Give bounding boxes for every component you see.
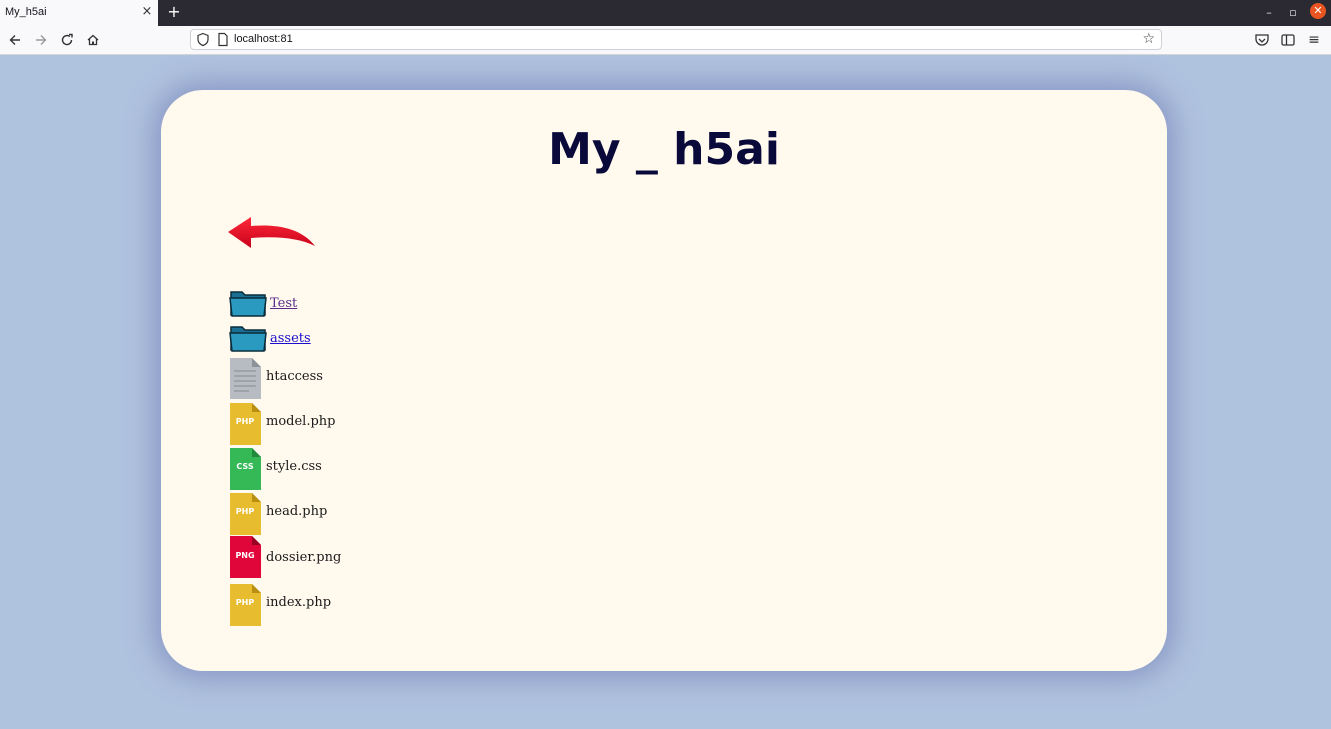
forward-icon: [36, 35, 47, 45]
menu-icon[interactable]: ≡: [1305, 31, 1323, 49]
file-name: head.php: [266, 504, 328, 519]
page-title: My _ h5ai: [548, 124, 780, 175]
folder-icon: [229, 291, 267, 317]
back-arrow-icon[interactable]: [227, 214, 317, 252]
php-file-icon: PHP: [229, 584, 261, 626]
file-name: index.php: [266, 595, 332, 610]
png-file-icon: PNG: [229, 536, 261, 578]
active-tab[interactable]: My_h5ai ×: [0, 0, 158, 26]
file-name: style.css: [266, 459, 322, 474]
tab-title: My_h5ai: [5, 6, 47, 18]
window-maximize-button[interactable]: ▫: [1284, 4, 1302, 22]
home-icon: [87, 34, 99, 46]
tab-bar: My_h5ai × + – ▫ ✕: [0, 0, 1331, 26]
content-card: My _ h5ai Test assets htaccess PHP model…: [161, 90, 1167, 671]
reload-button[interactable]: [58, 31, 76, 49]
shield-icon[interactable]: [196, 32, 210, 47]
php-file-icon: PHP: [229, 493, 261, 535]
window-close-button[interactable]: ✕: [1310, 3, 1326, 19]
tab-close-icon[interactable]: ×: [141, 4, 153, 20]
forward-button[interactable]: [32, 31, 50, 49]
url-text[interactable]: localhost:81: [234, 33, 293, 45]
new-tab-button[interactable]: +: [166, 3, 182, 21]
text-file-icon: [230, 358, 261, 399]
window-minimize-button[interactable]: –: [1260, 4, 1278, 22]
back-icon: [9, 35, 20, 45]
page-info-icon[interactable]: [217, 32, 229, 47]
home-button[interactable]: [84, 31, 102, 49]
php-file-icon: PHP: [229, 403, 261, 445]
reload-icon: [61, 33, 73, 46]
bookmark-star-icon[interactable]: ☆: [1142, 31, 1155, 48]
back-button[interactable]: [6, 31, 24, 49]
folder-icon: [229, 326, 267, 352]
file-name: dossier.png: [266, 550, 342, 565]
pocket-icon[interactable]: [1253, 31, 1271, 49]
css-file-icon: CSS: [229, 448, 261, 490]
folder-link-assets[interactable]: assets: [270, 331, 311, 346]
file-name: htaccess: [266, 369, 323, 384]
url-bar[interactable]: localhost:81 ☆: [190, 29, 1162, 50]
folder-link-test[interactable]: Test: [270, 296, 297, 311]
nav-bar: localhost:81 ☆ ≡: [0, 26, 1331, 55]
file-name: model.php: [266, 414, 336, 429]
sidebar-icon[interactable]: [1279, 31, 1297, 49]
